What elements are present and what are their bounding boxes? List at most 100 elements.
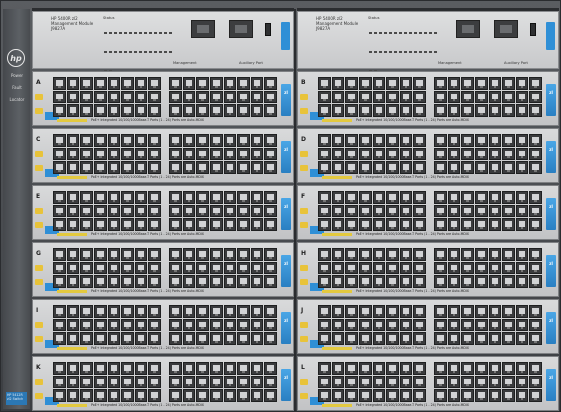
ethernet-port[interactable] — [434, 305, 447, 318]
ethernet-port[interactable] — [447, 261, 461, 275]
ethernet-port[interactable] — [474, 90, 488, 104]
ethernet-port[interactable] — [53, 275, 66, 288]
ethernet-port[interactable] — [250, 147, 264, 161]
ethernet-port[interactable] — [399, 218, 413, 231]
ethernet-port[interactable] — [107, 248, 121, 261]
slot-release-tab[interactable]: zl — [281, 84, 291, 116]
ethernet-port[interactable] — [93, 305, 107, 318]
ethernet-port[interactable] — [413, 161, 426, 174]
ethernet-port[interactable] — [53, 261, 66, 275]
ethernet-port[interactable] — [461, 147, 474, 161]
ethernet-port[interactable] — [529, 248, 542, 261]
ethernet-port[interactable] — [474, 77, 488, 90]
ethernet-port[interactable] — [461, 375, 474, 389]
ethernet-port[interactable] — [148, 332, 161, 345]
ethernet-port[interactable] — [434, 90, 447, 104]
ethernet-port[interactable] — [80, 161, 93, 174]
ethernet-port[interactable] — [237, 261, 250, 275]
ethernet-port[interactable] — [237, 389, 250, 402]
ethernet-port[interactable] — [209, 90, 223, 104]
ethernet-port[interactable] — [386, 318, 399, 332]
ethernet-port[interactable] — [107, 375, 121, 389]
ethernet-port[interactable] — [502, 389, 515, 402]
ethernet-port[interactable] — [237, 375, 250, 389]
ethernet-port[interactable] — [399, 161, 413, 174]
ethernet-port[interactable] — [515, 191, 529, 204]
ethernet-port[interactable] — [93, 134, 107, 147]
ethernet-port[interactable] — [134, 275, 148, 288]
ethernet-port[interactable] — [209, 375, 223, 389]
ethernet-port[interactable] — [447, 218, 461, 231]
ethernet-port[interactable] — [529, 261, 542, 275]
ethernet-port[interactable] — [358, 134, 372, 147]
ethernet-port[interactable] — [502, 305, 515, 318]
ethernet-port[interactable] — [182, 90, 196, 104]
ethernet-port[interactable] — [121, 375, 134, 389]
ethernet-port[interactable] — [53, 161, 66, 174]
ethernet-port[interactable] — [169, 362, 182, 375]
ethernet-port[interactable] — [447, 147, 461, 161]
ethernet-port[interactable] — [399, 134, 413, 147]
ethernet-port[interactable] — [461, 362, 474, 375]
ethernet-port[interactable] — [434, 104, 447, 117]
ethernet-port[interactable] — [250, 191, 264, 204]
ethernet-port[interactable] — [331, 191, 345, 204]
ethernet-port[interactable] — [372, 362, 386, 375]
ethernet-port[interactable] — [148, 191, 161, 204]
ethernet-port[interactable] — [250, 204, 264, 218]
ethernet-port[interactable] — [148, 318, 161, 332]
ethernet-port[interactable] — [66, 261, 80, 275]
ethernet-port[interactable] — [488, 362, 502, 375]
ethernet-port[interactable] — [93, 191, 107, 204]
ethernet-port[interactable] — [447, 375, 461, 389]
ethernet-port[interactable] — [529, 104, 542, 117]
ethernet-port[interactable] — [399, 389, 413, 402]
ethernet-port[interactable] — [529, 318, 542, 332]
ethernet-port[interactable] — [66, 332, 80, 345]
ethernet-port[interactable] — [182, 389, 196, 402]
ethernet-port[interactable] — [250, 389, 264, 402]
ethernet-port[interactable] — [386, 191, 399, 204]
ethernet-port[interactable] — [53, 204, 66, 218]
ethernet-port[interactable] — [399, 275, 413, 288]
ethernet-port[interactable] — [169, 161, 182, 174]
ethernet-port[interactable] — [434, 275, 447, 288]
ethernet-port[interactable] — [66, 204, 80, 218]
slot-release-tab[interactable]: zl — [546, 141, 556, 173]
ethernet-port[interactable] — [372, 204, 386, 218]
ethernet-port[interactable] — [196, 204, 209, 218]
ethernet-port[interactable] — [474, 318, 488, 332]
ethernet-port[interactable] — [515, 389, 529, 402]
ethernet-port[interactable] — [250, 261, 264, 275]
ethernet-port[interactable] — [358, 375, 372, 389]
ethernet-port[interactable] — [264, 389, 277, 402]
ethernet-port[interactable] — [372, 275, 386, 288]
ethernet-port[interactable] — [318, 147, 331, 161]
ethernet-port[interactable] — [250, 332, 264, 345]
ethernet-port[interactable] — [148, 261, 161, 275]
ethernet-port[interactable] — [182, 261, 196, 275]
ethernet-port[interactable] — [331, 90, 345, 104]
ethernet-port[interactable] — [372, 389, 386, 402]
ethernet-port[interactable] — [386, 218, 399, 231]
ethernet-port[interactable] — [434, 332, 447, 345]
ethernet-port[interactable] — [196, 104, 209, 117]
ethernet-port[interactable] — [53, 218, 66, 231]
ethernet-port[interactable] — [331, 261, 345, 275]
ethernet-port[interactable] — [107, 90, 121, 104]
ethernet-port[interactable] — [93, 104, 107, 117]
ethernet-port[interactable] — [386, 90, 399, 104]
ethernet-port[interactable] — [148, 218, 161, 231]
ethernet-port[interactable] — [182, 305, 196, 318]
module-release-tab[interactable] — [546, 22, 555, 50]
ethernet-port[interactable] — [413, 305, 426, 318]
ethernet-port[interactable] — [434, 77, 447, 90]
ethernet-port[interactable] — [237, 191, 250, 204]
ethernet-port[interactable] — [93, 161, 107, 174]
ethernet-port[interactable] — [209, 147, 223, 161]
ethernet-port[interactable] — [488, 389, 502, 402]
ethernet-port[interactable] — [80, 218, 93, 231]
ethernet-port[interactable] — [182, 77, 196, 90]
ethernet-port[interactable] — [413, 218, 426, 231]
ethernet-port[interactable] — [66, 77, 80, 90]
